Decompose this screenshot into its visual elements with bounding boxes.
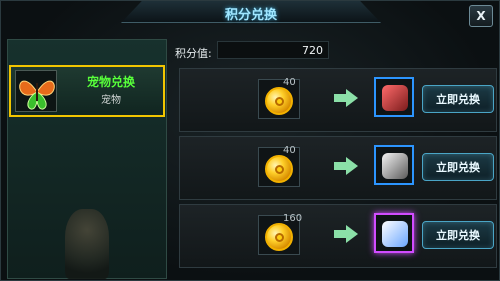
tab-title: 宠物兑换 xyxy=(86,75,135,89)
decorative-statue xyxy=(65,209,109,279)
exchange-window: 积分兑换 X 宠物兑换 宠物 积分值: 720 40 立即兑换 40 立即兑换 … xyxy=(0,0,500,281)
tab-subtitle: 宠物 xyxy=(101,95,121,106)
reward-portrait xyxy=(382,85,408,111)
gold-coin-icon xyxy=(265,223,293,251)
tab-pet-exchange[interactable]: 宠物兑换 宠物 xyxy=(9,65,165,117)
gold-coin-icon xyxy=(265,155,293,183)
close-button[interactable]: X xyxy=(469,5,493,27)
cost-value: 40 xyxy=(283,77,296,88)
redeem-button[interactable]: 立即兑换 xyxy=(422,221,494,249)
arrow-right-icon xyxy=(334,225,358,243)
coin-center xyxy=(275,165,284,174)
reward-row: 40 立即兑换 xyxy=(179,136,497,200)
window-title: 积分兑换 xyxy=(224,8,277,23)
reward-portrait xyxy=(382,153,408,179)
points-label: 积分值: xyxy=(175,47,212,60)
points-value: 720 xyxy=(302,44,323,57)
butterfly-pet-icon xyxy=(15,70,57,112)
redeem-button[interactable]: 立即兑换 xyxy=(422,153,494,181)
butterfly-icon xyxy=(19,80,55,110)
white-tiger-pet-icon[interactable] xyxy=(374,213,414,253)
redeem-button[interactable]: 立即兑换 xyxy=(422,85,494,113)
cost-value: 40 xyxy=(283,145,296,156)
coin-center xyxy=(275,233,284,242)
gold-coin-icon xyxy=(265,87,293,115)
arrow-right-icon xyxy=(334,89,358,107)
cost-value: 160 xyxy=(283,213,303,224)
reward-portrait xyxy=(382,221,408,247)
arrow-right-icon xyxy=(334,157,358,175)
dragon-pet-icon[interactable] xyxy=(374,77,414,117)
reward-row: 40 立即兑换 xyxy=(179,68,497,132)
panda-pet-icon[interactable] xyxy=(374,145,414,185)
reward-row: 160 立即兑换 xyxy=(179,204,497,268)
coin-center xyxy=(275,97,284,106)
